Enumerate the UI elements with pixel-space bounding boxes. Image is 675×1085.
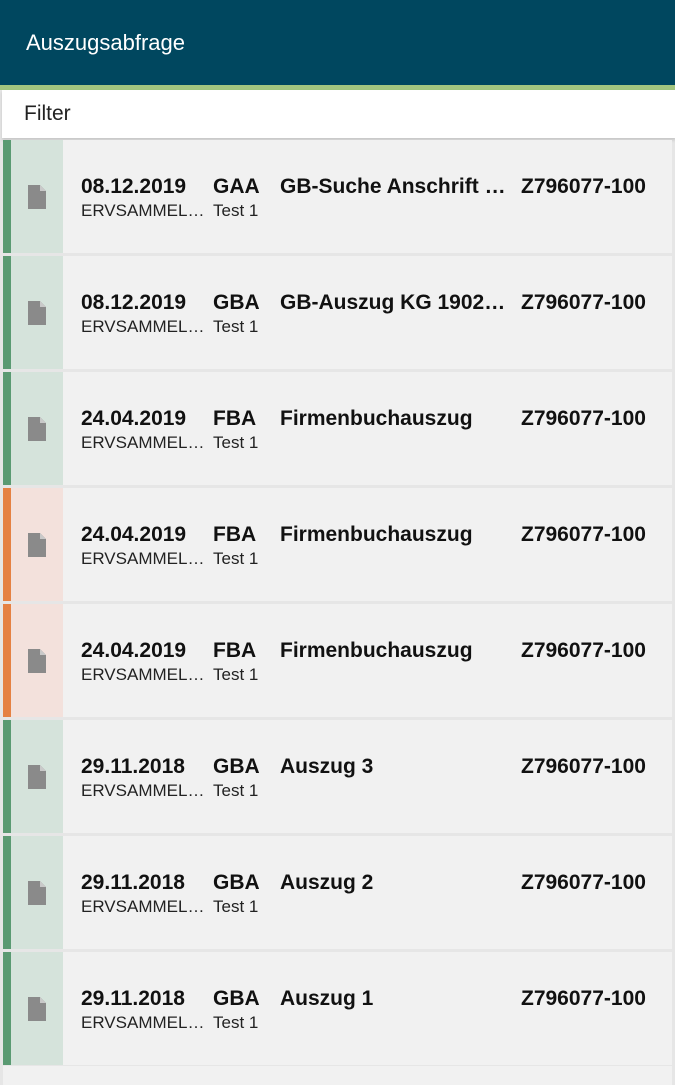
- list-item[interactable]: 29.11.2018 GBA Auszug 2 Z796077-100 ERVSAMME…: [3, 836, 672, 949]
- item-type: GBA: [213, 755, 260, 778]
- item-user: ERVSAMMEL…: [81, 433, 205, 452]
- item-user: ERVSAMMEL…: [81, 665, 205, 684]
- item-type: FBA: [213, 639, 257, 662]
- item-title: Firmenbuchauszug: [280, 639, 473, 662]
- item-user: ERVSAMMEL…: [81, 1013, 205, 1032]
- status-indicator: [3, 952, 11, 1065]
- list-item-partial[interactable]: [3, 1066, 672, 1085]
- icon-column: [11, 256, 63, 369]
- icon-column: [11, 140, 63, 253]
- filter-field[interactable]: Filter: [2, 90, 675, 138]
- document-icon: [28, 765, 46, 789]
- item-user: ERVSAMMEL…: [81, 317, 205, 336]
- item-number: Z796077-100: [521, 175, 646, 198]
- item-title: Firmenbuchauszug: [280, 407, 473, 430]
- extract-list: 08.12.2019 GAA GB-Suche Anschrift L… Z79607…: [3, 140, 672, 1068]
- document-icon: [28, 997, 46, 1021]
- item-user: ERVSAMMEL…: [81, 201, 205, 220]
- item-note: Test 1: [213, 1013, 259, 1032]
- list-item[interactable]: 24.04.2019 FBA Firmenbuchauszug Z796077-100…: [3, 372, 672, 485]
- item-number: Z796077-100: [521, 523, 646, 546]
- item-type: GBA: [213, 871, 260, 894]
- status-indicator: [3, 720, 11, 833]
- item-title: GB-Auszug KG 1902 …: [280, 291, 510, 314]
- status-indicator: [3, 488, 11, 601]
- icon-column: [11, 372, 63, 485]
- list-item[interactable]: 29.11.2018 GBA Auszug 1 Z796077-100 ERVSAMME…: [3, 952, 672, 1065]
- item-date: 29.11.2018: [81, 987, 185, 1010]
- icon-column: [11, 836, 63, 949]
- document-icon: [28, 185, 46, 209]
- item-date: 24.04.2019: [81, 407, 187, 430]
- item-number: Z796077-100: [521, 407, 646, 430]
- list-item[interactable]: 24.04.2019 FBA Firmenbuchauszug Z796077-100…: [3, 488, 672, 601]
- list-item[interactable]: 08.12.2019 GAA GB-Suche Anschrift L… Z79607…: [3, 140, 672, 253]
- item-type: FBA: [213, 523, 257, 546]
- icon-column: [11, 488, 63, 601]
- status-indicator: [3, 836, 11, 949]
- app-bar: Auszugsabfrage: [0, 0, 675, 85]
- icon-column: [11, 720, 63, 833]
- status-indicator: [3, 604, 11, 717]
- item-number: Z796077-100: [521, 987, 646, 1010]
- item-note: Test 1: [213, 665, 259, 684]
- item-date: 08.12.2019: [81, 291, 187, 314]
- item-date: 29.11.2018: [81, 755, 185, 778]
- item-user: ERVSAMMEL…: [81, 897, 205, 916]
- document-icon: [28, 649, 46, 673]
- item-type: GBA: [213, 291, 260, 314]
- item-note: Test 1: [213, 317, 259, 336]
- item-note: Test 1: [213, 781, 259, 800]
- item-type: GBA: [213, 987, 260, 1010]
- item-number: Z796077-100: [521, 755, 646, 778]
- icon-column: [11, 952, 63, 1065]
- item-date: 08.12.2019: [81, 175, 187, 198]
- item-title: GB-Suche Anschrift L…: [280, 175, 510, 198]
- item-title: Auszug 3: [280, 755, 374, 778]
- document-icon: [28, 881, 46, 905]
- item-date: 24.04.2019: [81, 523, 187, 546]
- item-type: FBA: [213, 407, 257, 430]
- status-indicator: [3, 372, 11, 485]
- item-date: 29.11.2018: [81, 871, 185, 894]
- item-note: Test 1: [213, 433, 259, 452]
- item-note: Test 1: [213, 201, 259, 220]
- item-type: GAA: [213, 175, 260, 198]
- document-icon: [28, 301, 46, 325]
- list-item[interactable]: 29.11.2018 GBA Auszug 3 Z796077-100 ERVSAMME…: [3, 720, 672, 833]
- page-title: Auszugsabfrage: [26, 29, 185, 55]
- filter-label: Filter: [24, 102, 71, 125]
- item-title: Firmenbuchauszug: [280, 523, 473, 546]
- item-title: Auszug 2: [280, 871, 374, 894]
- icon-column: [11, 604, 63, 717]
- item-note: Test 1: [213, 549, 259, 568]
- document-icon: [28, 417, 46, 441]
- list-item[interactable]: 08.12.2019 GBA GB-Auszug KG 1902 … Z796077-…: [3, 256, 672, 369]
- item-user: ERVSAMMEL…: [81, 549, 205, 568]
- item-number: Z796077-100: [521, 639, 646, 662]
- item-number: Z796077-100: [521, 871, 646, 894]
- item-title: Auszug 1: [280, 987, 374, 1010]
- item-number: Z796077-100: [521, 291, 646, 314]
- status-indicator: [3, 140, 11, 253]
- status-indicator: [3, 256, 11, 369]
- item-date: 24.04.2019: [81, 639, 187, 662]
- item-user: ERVSAMMEL…: [81, 781, 205, 800]
- document-icon: [28, 533, 46, 557]
- item-note: Test 1: [213, 897, 259, 916]
- list-item[interactable]: 24.04.2019 FBA Firmenbuchauszug Z796077-100…: [3, 604, 672, 717]
